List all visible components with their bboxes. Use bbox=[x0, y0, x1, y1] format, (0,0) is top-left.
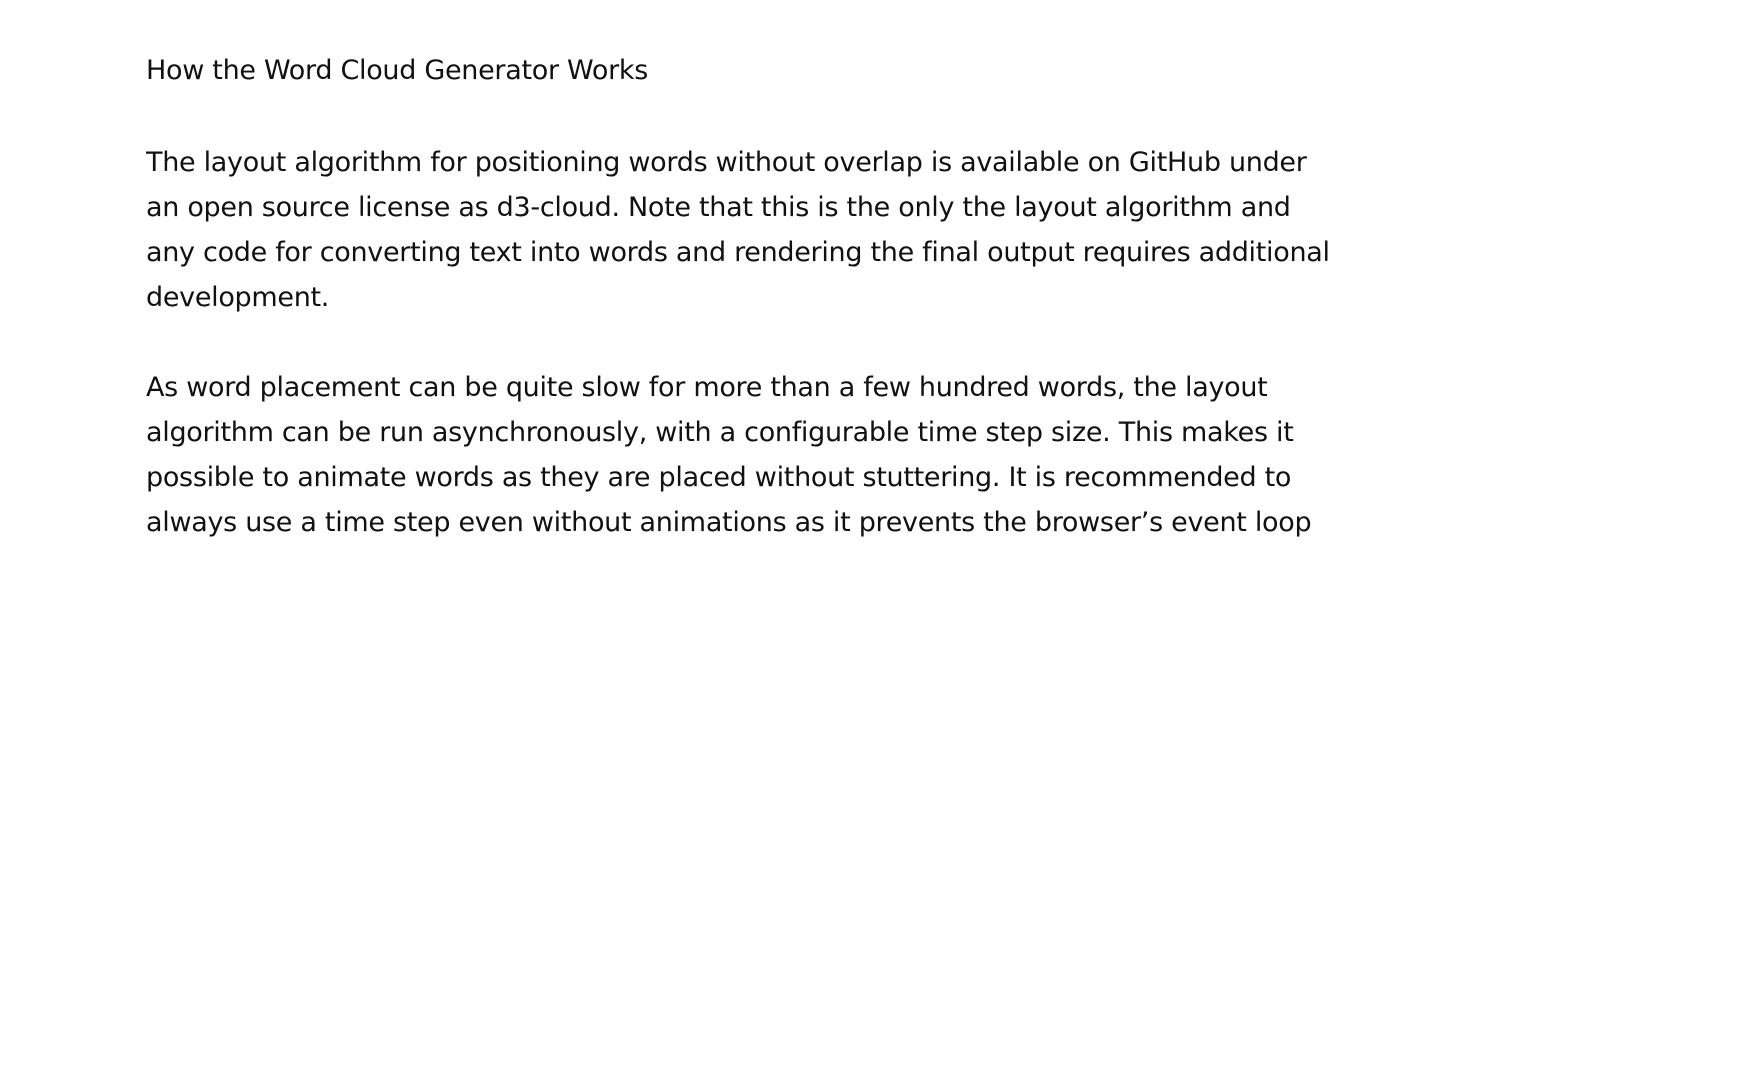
document-body: The layout algorithm for positioning wor… bbox=[146, 140, 1346, 557]
page-title: How the Word Cloud Generator Works bbox=[146, 55, 648, 86]
document-content: How the Word Cloud Generator Works The l… bbox=[146, 50, 1346, 557]
paragraph-word-placement: As word placement can be quite slow for … bbox=[146, 372, 1312, 538]
paragraph-layout-algorithm: The layout algorithm for positioning wor… bbox=[146, 147, 1330, 313]
